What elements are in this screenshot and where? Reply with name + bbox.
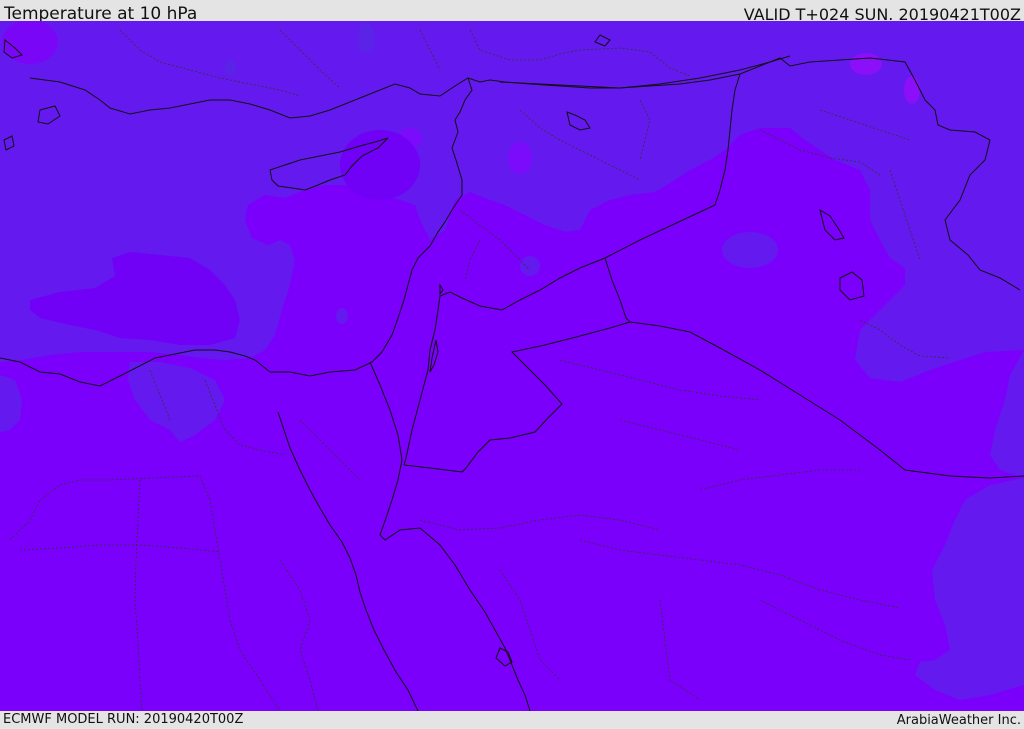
temperature-field-warm-spot: [2, 21, 58, 64]
temperature-field-warm-spot: [508, 142, 532, 174]
provider-credit: ArabiaWeather Inc.: [896, 713, 1021, 728]
weather-map-frame: Temperature at 10 hPa VALID T+024 SUN. 2…: [0, 0, 1024, 729]
model-run-label: ECMWF MODEL RUN: 20190420T00Z: [3, 712, 244, 727]
temperature-field-cool-spot: [336, 308, 348, 324]
temperature-field-cool-spot: [520, 256, 540, 276]
header-bar: Temperature at 10 hPa VALID T+024 SUN. 2…: [0, 0, 1024, 24]
temperature-field-warm-spot: [904, 76, 920, 104]
temperature-field-cool-spot: [357, 23, 375, 53]
temperature-field-cool-spot: [722, 232, 778, 268]
temperature-field-warm-spot: [850, 53, 882, 75]
temperature-map: [0, 21, 1024, 711]
temperature-field-cool-spot: [224, 60, 236, 76]
map-canvas: [0, 21, 1024, 711]
